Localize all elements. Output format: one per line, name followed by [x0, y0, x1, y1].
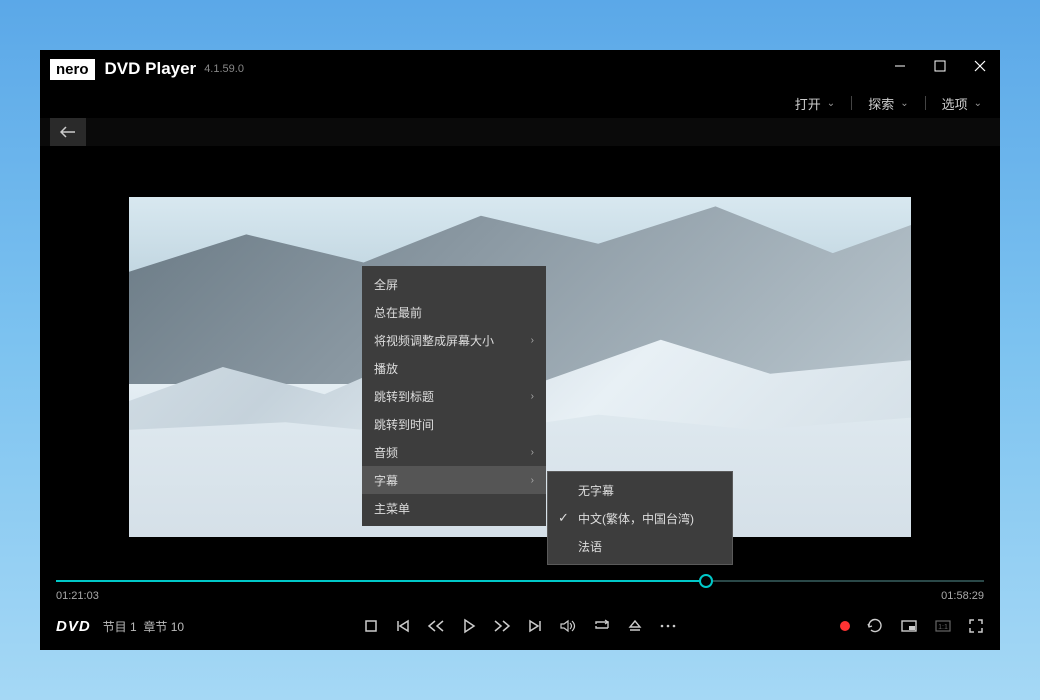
volume-button[interactable] — [559, 618, 577, 634]
svg-text:1:1: 1:1 — [938, 624, 948, 631]
chevron-down-icon: ⌄ — [827, 98, 835, 109]
disc-label: DVD — [56, 618, 91, 635]
menu-open[interactable]: 打开 ⌄ — [795, 94, 835, 113]
menu-open-label: 打开 — [795, 94, 821, 113]
record-icon — [840, 621, 850, 631]
app-title: DVD Player — [105, 59, 197, 79]
back-button[interactable] — [50, 118, 86, 146]
play-button[interactable] — [461, 618, 477, 634]
rewind-button[interactable] — [427, 618, 445, 634]
right-controls: 1:1 — [840, 618, 984, 634]
chevron-down-icon: ⌄ — [900, 98, 908, 109]
check-icon: ✓ — [558, 510, 569, 526]
repeat-button[interactable] — [593, 618, 611, 634]
ctx-main-menu[interactable]: 主菜单 — [362, 494, 546, 522]
subtitle-submenu: 无字幕 ✓中文(繁体，中国台湾) 法语 — [547, 471, 733, 565]
progress-area: 01:21:03 01:58:29 — [40, 570, 1000, 604]
logo: nero — [50, 59, 95, 80]
eject-button[interactable] — [627, 618, 643, 634]
chevron-right-icon: › — [531, 475, 534, 486]
app-window: nero DVD Player 4.1.59.0 打开 ⌄ 探索 ⌄ 选项 ⌄ 全屏 … — [40, 50, 1000, 650]
chevron-right-icon: › — [531, 447, 534, 458]
title-label: 节目 1 — [103, 620, 137, 634]
chevron-right-icon: › — [531, 391, 534, 402]
minimize-button[interactable] — [880, 52, 920, 80]
ctx-subtitles[interactable]: 字幕› — [362, 466, 546, 494]
arrow-left-icon — [60, 126, 76, 138]
ctx-fit-video[interactable]: 将视频调整成屏幕大小› — [362, 326, 546, 354]
menubar: 打开 ⌄ 探索 ⌄ 选项 ⌄ — [40, 88, 1000, 118]
divider — [851, 96, 852, 110]
video-area[interactable]: 全屏 总在最前 将视频调整成屏幕大小› 播放 跳转到标题› 跳转到时间 音频› … — [40, 146, 1000, 570]
menu-explore[interactable]: 探索 ⌄ — [868, 94, 908, 113]
next-button[interactable] — [527, 618, 543, 634]
pip-button[interactable] — [900, 618, 918, 634]
progress-handle[interactable] — [699, 574, 713, 588]
menu-options-label: 选项 — [942, 94, 968, 113]
total-time: 01:58:29 — [941, 590, 984, 602]
progress-fill — [56, 580, 706, 582]
sub-none[interactable]: 无字幕 — [548, 476, 732, 504]
menu-options[interactable]: 选项 ⌄ — [942, 94, 982, 113]
close-button[interactable] — [960, 52, 1000, 80]
divider — [925, 96, 926, 110]
ctx-goto-time[interactable]: 跳转到时间 — [362, 410, 546, 438]
progress-bar[interactable] — [56, 580, 984, 582]
titlebar: nero DVD Player 4.1.59.0 — [40, 50, 1000, 88]
ctx-fullscreen[interactable]: 全屏 — [362, 270, 546, 298]
more-button[interactable] — [659, 618, 677, 634]
rotate-button[interactable] — [866, 618, 884, 634]
app-version: 4.1.59.0 — [204, 63, 244, 75]
control-bar: DVD 节目 1 章节 10 1:1 — [40, 604, 1000, 648]
window-controls — [880, 50, 1000, 82]
chevron-down-icon: ⌄ — [974, 98, 982, 109]
ctx-goto-title[interactable]: 跳转到标题› — [362, 382, 546, 410]
forward-button[interactable] — [493, 618, 511, 634]
center-controls — [363, 618, 677, 634]
aspect-button[interactable]: 1:1 — [934, 618, 952, 634]
ctx-audio[interactable]: 音频› — [362, 438, 546, 466]
menu-explore-label: 探索 — [868, 94, 894, 113]
prev-button[interactable] — [395, 618, 411, 634]
track-info: 节目 1 章节 10 — [103, 618, 184, 635]
back-row — [40, 118, 1000, 146]
elapsed-time: 01:21:03 — [56, 590, 99, 602]
maximize-button[interactable] — [920, 52, 960, 80]
record-button[interactable] — [840, 621, 850, 631]
context-menu: 全屏 总在最前 将视频调整成屏幕大小› 播放 跳转到标题› 跳转到时间 音频› … — [362, 266, 546, 526]
sub-zh-tw[interactable]: ✓中文(繁体，中国台湾) — [548, 504, 732, 532]
chapter-label: 章节 10 — [143, 620, 184, 634]
fullscreen-button[interactable] — [968, 618, 984, 634]
stop-button[interactable] — [363, 618, 379, 634]
chevron-right-icon: › — [531, 335, 534, 346]
ctx-play[interactable]: 播放 — [362, 354, 546, 382]
time-row: 01:21:03 01:58:29 — [56, 590, 984, 602]
sub-fr[interactable]: 法语 — [548, 532, 732, 560]
ctx-always-on-top[interactable]: 总在最前 — [362, 298, 546, 326]
